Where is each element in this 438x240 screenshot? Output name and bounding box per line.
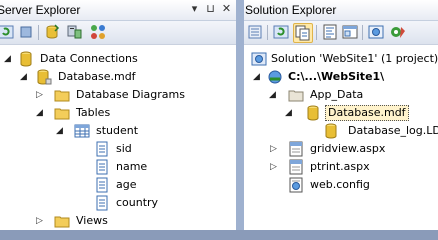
tree-label: web.config [310,178,370,191]
server-explorer-pane: Server Explorer ▾ ⊔ ✕ ◢ Data Connections [0,0,236,230]
folder-icon [54,213,70,229]
column-icon [94,141,110,157]
column-icon [94,177,110,193]
tree-label: age [116,178,137,191]
tree-label: Database Diagrams [76,88,185,101]
tree-label: student [96,124,139,137]
tree-label: Database.mdf [58,70,136,83]
sharepoint-connection-icon[interactable] [90,24,106,40]
show-all-files-icon[interactable] [293,23,313,43]
view-designer-icon[interactable] [342,24,358,40]
stop-refresh-icon[interactable] [18,24,34,40]
view-code-icon[interactable] [322,24,338,40]
toolbar-separator [267,25,268,40]
solution-explorer-title: Solution Explorer [245,3,337,17]
tree-label: sid [116,142,132,155]
tree-label: Tables [76,106,111,119]
expand-icon[interactable]: ▷ [36,89,45,101]
tree-label: Database_log.LDF [348,124,438,137]
tree-label-selected: Database.mdf [325,105,409,121]
table-icon [74,123,90,139]
properties-icon[interactable] [247,24,263,40]
pane-splitter[interactable] [236,0,244,230]
tree-label: Data Connections [40,52,138,65]
tree-label: gridview.aspx [310,142,386,155]
asp-net-configuration-icon[interactable] [390,24,406,40]
database-icon [36,69,52,85]
aspx-file-icon [288,159,304,175]
column-icon [94,159,110,175]
refresh-icon[interactable] [0,24,14,40]
server-explorer-title: Server Explorer [0,3,81,17]
data-connections-icon [18,51,34,67]
tree-label: ptrint.aspx [310,160,370,173]
toolbar-separator [316,25,317,40]
toolbar-separator [38,25,39,40]
collapse-icon[interactable]: ◢ [56,125,65,137]
tree-label: Solution 'WebSite1' (1 project) [271,52,438,65]
tree-label: C:\...\WebSite1\ [288,70,385,83]
aspx-file-icon [288,141,304,157]
collapse-icon[interactable]: ◢ [20,71,29,83]
connect-to-database-icon[interactable] [44,24,60,40]
collapse-icon[interactable]: ◢ [285,107,294,119]
expand-icon[interactable]: ▷ [270,161,279,173]
solution-explorer-toolbar [244,21,438,45]
tree-label: name [116,160,148,173]
solution-explorer-tree: Solution 'WebSite1' (1 project) ◢ C:\...… [244,45,438,230]
collapse-icon[interactable]: ◢ [269,89,278,101]
auto-hide-icon[interactable]: ⊔ [204,3,217,16]
refresh-icon[interactable] [273,24,289,40]
server-explorer-tree: ◢ Data Connections ◢ Database.mdf ▷ Data… [0,45,236,230]
server-explorer-toolbar [0,21,236,45]
folder-icon [54,87,70,103]
solution-icon [251,51,267,67]
close-icon[interactable]: ✕ [220,3,233,16]
website-icon [267,69,283,85]
connect-to-server-icon[interactable] [66,24,82,40]
tree-label: Views [76,214,108,227]
column-icon [94,195,110,211]
collapse-icon[interactable]: ◢ [253,71,262,83]
expand-icon[interactable]: ▷ [36,215,45,227]
collapse-icon[interactable]: ◢ [4,53,13,65]
toolbar-separator [362,25,363,40]
tree-label: country [116,196,159,209]
database-icon [305,105,321,121]
window-position-icon[interactable]: ▾ [188,3,201,16]
collapse-icon[interactable]: ◢ [36,107,45,119]
expand-icon[interactable]: ▷ [270,143,279,155]
server-explorer-titlebar: Server Explorer ▾ ⊔ ✕ [0,0,236,21]
folder-icon [288,87,304,103]
solution-explorer-titlebar: Solution Explorer [244,0,438,21]
solution-explorer-pane: Solution Explorer Solution 'WebSite1' (1… [244,0,438,230]
config-file-icon [288,177,304,193]
tree-label: App_Data [310,88,364,101]
folder-icon [54,105,70,121]
copy-website-icon[interactable] [368,24,384,40]
database-log-icon [323,123,339,139]
